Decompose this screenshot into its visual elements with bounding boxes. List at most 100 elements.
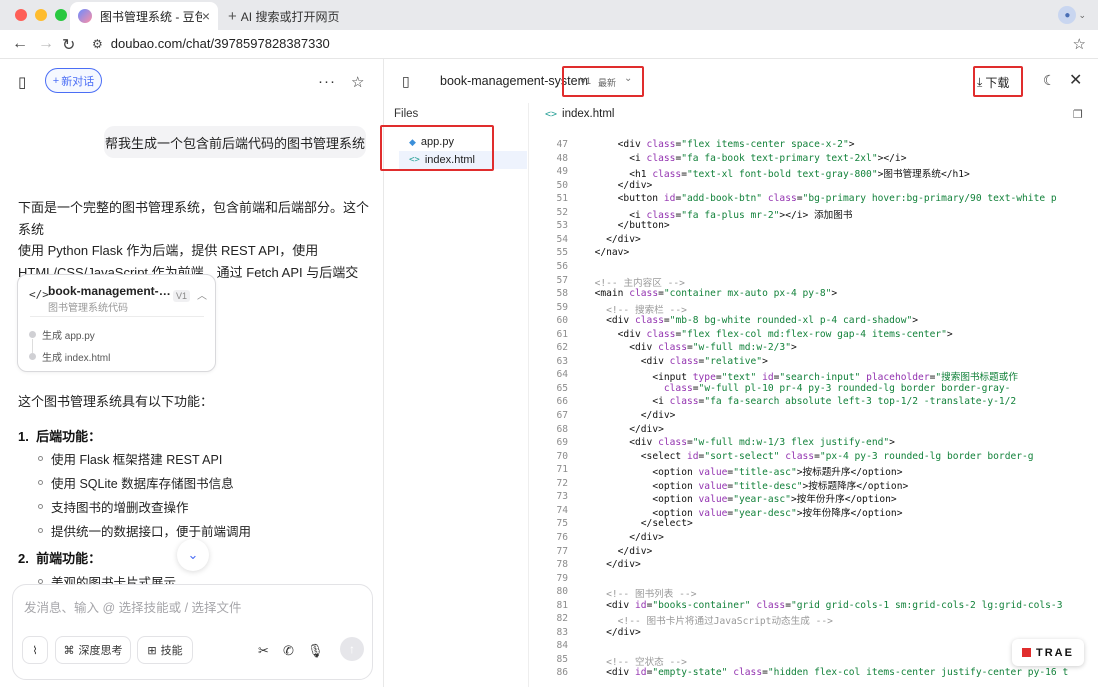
close-icon[interactable]: ✕ xyxy=(1069,70,1082,90)
user-message: 帮我生成一个包含前后端代码的图书管理系统 xyxy=(104,126,366,158)
code-line: </div> xyxy=(629,423,664,435)
doubao-favicon-icon xyxy=(78,9,92,23)
close-window-button[interactable] xyxy=(15,9,27,21)
line-number: 55 xyxy=(556,247,568,259)
sidebar-toggle-icon[interactable]: ▯ xyxy=(18,73,26,91)
code-line: <!-- 主内容区 --> xyxy=(594,277,685,289)
code-line: <option value="title-desc">按标题降序</option… xyxy=(652,480,909,492)
moon-icon[interactable]: ☾ xyxy=(1043,72,1056,89)
line-number: 59 xyxy=(556,301,568,313)
card-step: 生成 index.html xyxy=(29,349,110,364)
line-number: 74 xyxy=(556,504,568,516)
more-options-icon[interactable]: ··· xyxy=(318,73,336,90)
code-line: <!-- 图书卡片将通过JavaScript动态生成 --> xyxy=(617,616,833,628)
line-number: 72 xyxy=(556,477,568,489)
maximize-window-button[interactable] xyxy=(55,9,67,21)
download-button[interactable]: ⤓ 下载 xyxy=(977,74,1009,91)
code-line: <div class="w-full md:w-1/3 flex justify… xyxy=(629,437,895,449)
line-number: 83 xyxy=(556,626,568,638)
chat-panel: ▯ + 新对话 ··· ☆ 帮我生成一个包含前后端代码的图书管理系统 下面是一个… xyxy=(0,59,384,687)
tab-title: 图书管理系统 - 豆包 xyxy=(100,9,202,24)
download-label: 下载 xyxy=(985,76,1010,90)
plus-icon: + xyxy=(52,74,60,87)
line-number: 63 xyxy=(556,355,568,367)
step-dot-icon xyxy=(29,353,36,360)
forward-arrow-icon[interactable]: → xyxy=(38,35,54,53)
line-number: 81 xyxy=(556,599,568,611)
code-line: <option value="year-desc">按年份降序</option> xyxy=(652,507,903,519)
frontend-section-title: 2. 前端功能： xyxy=(18,551,102,566)
grid-icon: ⊞ xyxy=(147,644,157,657)
star-icon[interactable]: ☆ xyxy=(351,73,364,91)
deep-think-button[interactable]: ⌘ 深度思考 xyxy=(55,636,131,664)
code-line: </div> xyxy=(606,233,641,245)
line-number: 80 xyxy=(556,586,568,598)
chevron-down-icon[interactable]: ⌄ xyxy=(624,73,632,84)
scroll-down-button[interactable]: ⌄ xyxy=(177,539,209,571)
profile-menu[interactable]: ● ⌄ xyxy=(1058,6,1086,24)
address-bar[interactable]: ⚙ doubao.com/chat/3978597828387330 xyxy=(92,36,330,51)
scissors-icon[interactable]: ✂ xyxy=(258,643,269,659)
code-line: </div> xyxy=(617,179,653,191)
card-divider xyxy=(30,316,204,317)
code-line: </select> xyxy=(640,518,693,530)
version-label[interactable]: V1 xyxy=(580,76,591,86)
bullet-icon xyxy=(38,480,43,485)
code-line: <i class="fa fa-book text-primary text-2… xyxy=(629,152,907,164)
latest-label[interactable]: 最新 xyxy=(598,76,616,89)
back-arrow-icon[interactable]: ← xyxy=(12,35,28,53)
message-input-box[interactable]: 发消息、输入 @ 选择技能或 / 选择文件 ⌇ ⌘ 深度思考 ⊞ 技能 ✂ ✆ … xyxy=(12,584,373,680)
plus-icon: + xyxy=(228,7,237,25)
trae-logo-icon xyxy=(1022,648,1032,657)
line-number: 76 xyxy=(556,531,568,543)
code-project-card[interactable]: </> book-management-s... 图书管理系统代码 V1 ︿ 生… xyxy=(17,274,216,372)
line-number: 69 xyxy=(556,437,568,449)
copy-icon[interactable]: ❐ xyxy=(1073,108,1083,121)
minimize-window-button[interactable] xyxy=(35,9,47,21)
trae-badge[interactable]: TRAE xyxy=(1012,639,1084,666)
bookmark-star-icon[interactable]: ☆ xyxy=(1073,35,1086,53)
new-chat-button[interactable]: + 新对话 xyxy=(45,68,102,93)
attach-button[interactable]: ⌇ xyxy=(22,636,48,664)
line-number: 62 xyxy=(556,342,568,354)
reload-icon[interactable]: ↻ xyxy=(62,35,75,55)
close-tab-icon[interactable]: × xyxy=(202,8,210,24)
line-number: 82 xyxy=(556,613,568,625)
line-number: 75 xyxy=(556,518,568,530)
code-line: <!-- 空状态 --> xyxy=(606,656,687,668)
deep-think-label: 深度思考 xyxy=(78,645,123,657)
send-button[interactable]: ↑ xyxy=(340,637,364,661)
code-icon: </> xyxy=(29,288,49,301)
code-line: <i class="fa fa-search absolute left-3 t… xyxy=(652,396,1017,408)
line-number: 78 xyxy=(556,559,568,571)
sidebar-toggle-icon[interactable]: ▯ xyxy=(402,73,410,90)
chevron-up-icon[interactable]: ︿ xyxy=(197,287,207,302)
line-number: 61 xyxy=(556,328,568,340)
code-line: </div> xyxy=(606,559,641,571)
browser-tab-active[interactable]: 图书管理系统 - 豆包 × xyxy=(70,2,218,30)
microphone-icon[interactable]: 🎙 xyxy=(307,643,324,659)
url-text: doubao.com/chat/3978597828387330 xyxy=(110,36,330,51)
code-panel-header: ▯ book-management-system V1 最新 ⌄ ⤓ 下载 ☾ … xyxy=(385,59,1098,103)
active-file-tab[interactable]: <> index.html xyxy=(545,108,614,120)
highlight-box-files xyxy=(380,125,494,171)
code-editor[interactable]: 47 <div class="flex items-center space-x… xyxy=(530,136,1098,687)
code-line: <div class="relative"> xyxy=(640,355,768,367)
line-number: 84 xyxy=(556,640,568,652)
skills-button[interactable]: ⊞ 技能 xyxy=(137,636,193,664)
message-input-placeholder[interactable]: 发消息、输入 @ 选择技能或 / 选择文件 xyxy=(24,597,242,616)
code-line: <div id="books-container" class="grid gr… xyxy=(606,599,1063,611)
list-item: 使用 Flask 框架搭建 REST API xyxy=(38,449,222,468)
new-tab-button[interactable]: + AI 搜索或打开网页 xyxy=(228,2,339,30)
code-line: <option value="title-asc">按标题升序</option> xyxy=(652,467,903,479)
site-settings-icon[interactable]: ⚙ xyxy=(92,37,103,51)
line-number: 77 xyxy=(556,545,568,557)
frontend-title: 前端功能： xyxy=(36,551,102,566)
line-number: 71 xyxy=(556,464,568,476)
code-line: class="w-full pl-10 pr-4 py-3 rounded-lg… xyxy=(663,382,1011,394)
code-line: <div class="flex flex-col md:flex-row ga… xyxy=(617,328,953,340)
window-controls xyxy=(15,9,67,21)
phone-icon[interactable]: ✆ xyxy=(283,643,294,659)
download-icon: ⤓ xyxy=(977,75,983,89)
line-number: 79 xyxy=(556,572,568,584)
